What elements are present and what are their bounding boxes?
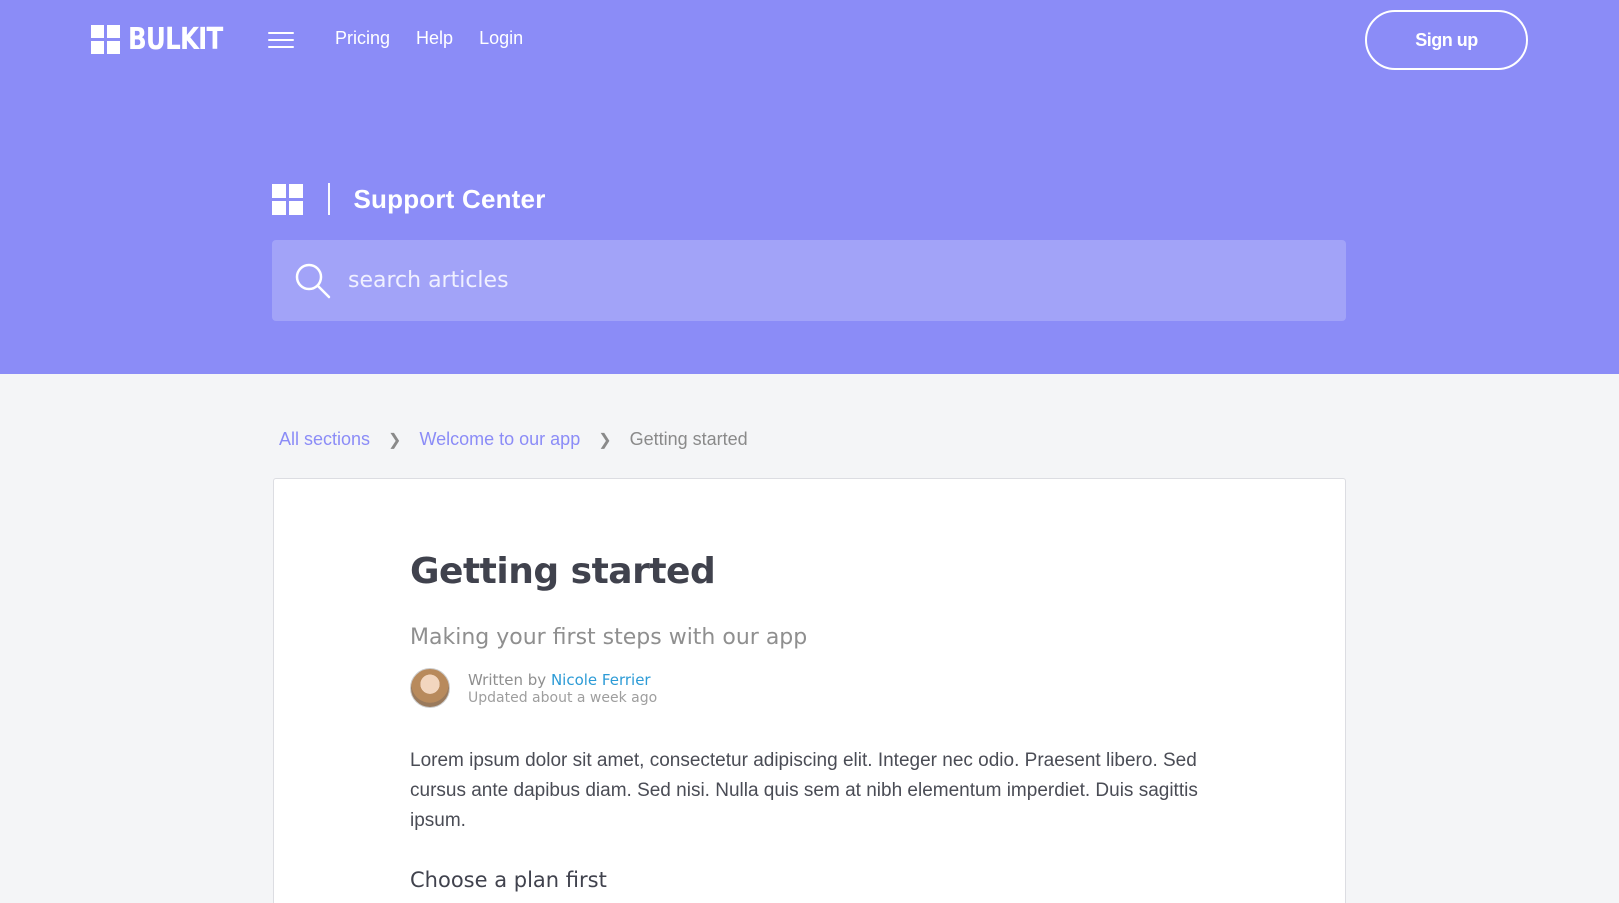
vertical-divider — [328, 183, 330, 215]
logo-grid-icon — [91, 25, 120, 54]
hamburger-menu-icon[interactable] — [268, 30, 294, 50]
nav-link-pricing[interactable]: Pricing — [335, 28, 390, 49]
chevron-right-icon: ❯ — [598, 431, 612, 449]
top-nav: Pricing Help Login — [335, 28, 523, 49]
updated-timestamp: Updated about a week ago — [468, 689, 658, 706]
search-icon — [295, 263, 331, 298]
written-by-label: Written by — [468, 670, 551, 689]
hero-banner: BULKIT Pricing Help Login Sign up Suppor… — [0, 0, 1619, 374]
nav-link-help[interactable]: Help — [416, 28, 453, 49]
search-input[interactable] — [348, 268, 1248, 293]
breadcrumb-current: Getting started — [629, 429, 748, 449]
author-link[interactable]: Nicole Ferrier — [551, 671, 651, 689]
section-heading: Choose a plan first — [410, 868, 607, 892]
article-body: Lorem ipsum dolor sit amet, consectetur … — [410, 750, 1198, 831]
search-bar[interactable] — [272, 240, 1346, 321]
support-header: Support Center — [272, 183, 546, 215]
breadcrumb-welcome[interactable]: Welcome to our app — [419, 429, 580, 450]
breadcrumb-all-sections[interactable]: All sections — [279, 429, 370, 450]
signup-button[interactable]: Sign up — [1365, 10, 1528, 70]
logo-text: BULKIT — [128, 22, 223, 57]
breadcrumb: All sections ❯ Welcome to our app ❯ Gett… — [279, 429, 748, 450]
author-text: Written by Nicole Ferrier Updated about … — [468, 671, 657, 706]
nav-link-login[interactable]: Login — [479, 28, 523, 49]
article-card: Getting started Making your first steps … — [273, 478, 1346, 903]
author-line: Written by Nicole Ferrier — [468, 671, 657, 689]
chevron-right-icon: ❯ — [388, 431, 402, 449]
article-title: Getting started — [410, 551, 716, 592]
support-grid-icon — [272, 183, 303, 215]
author-info: Written by Nicole Ferrier Updated about … — [410, 668, 657, 708]
avatar — [410, 668, 450, 708]
article-subtitle: Making your first steps with our app — [410, 625, 808, 650]
brand-logo[interactable]: BULKIT — [91, 22, 243, 57]
page-title: Support Center — [353, 183, 546, 214]
